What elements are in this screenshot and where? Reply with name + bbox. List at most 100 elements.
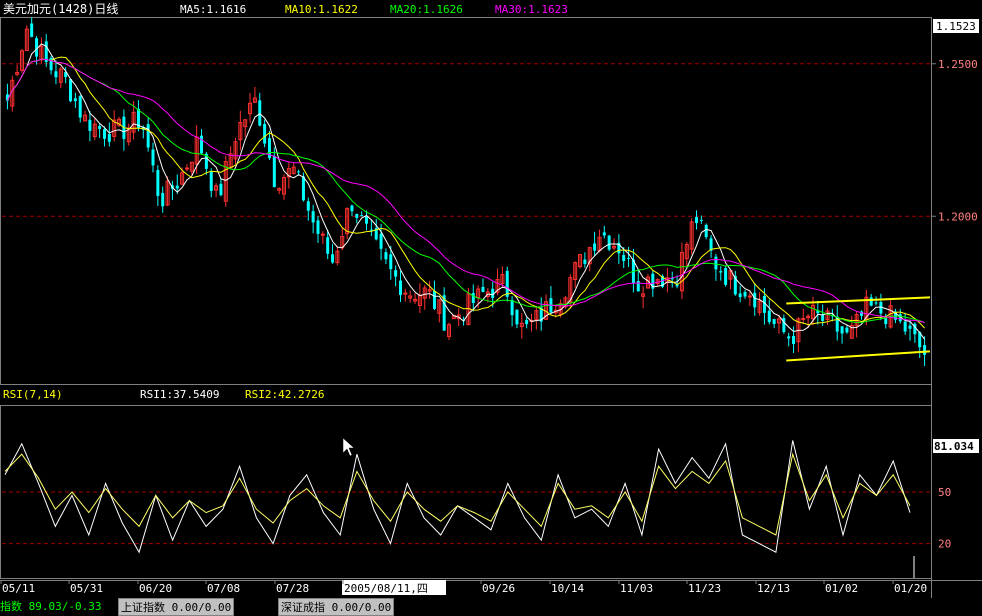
candle-body (73, 98, 77, 102)
candle-body (355, 213, 359, 218)
candle-body (738, 293, 742, 298)
status-bar: 指数 89.03/-0.33 上证指数 0.00/0.00 深证成指 0.00/… (0, 598, 982, 616)
candle-body (316, 220, 320, 234)
candle-body (272, 155, 276, 188)
x-tick-label: 05/31 (70, 582, 103, 595)
index2-label: 深证成指 (281, 601, 325, 614)
candle-body (874, 302, 878, 304)
ma5-line (6, 43, 926, 340)
candle-body (724, 267, 728, 285)
candle-body (704, 224, 708, 238)
candle-body (622, 255, 626, 262)
candle-body (175, 185, 179, 189)
ma-legend-ma20: MA20:1.1626 (390, 3, 463, 16)
candle-body (840, 326, 844, 334)
candle-body (398, 280, 402, 295)
candle-body (379, 233, 383, 249)
ma-legend-ma5: MA5:1.1616 (180, 3, 246, 16)
x-tick-label: 11/03 (620, 582, 653, 595)
index2-button[interactable]: 深证成指 0.00/0.00 (278, 598, 395, 616)
x-tick-label: 06/20 (139, 582, 172, 595)
candle-body (360, 215, 364, 217)
candle-body (301, 176, 305, 201)
candle-body (747, 295, 752, 298)
candle-body (481, 286, 485, 293)
x-tick-label: 01/02 (825, 582, 858, 595)
x-tick-label: 12/13 (757, 582, 790, 595)
candle-body (258, 100, 262, 126)
x-tick-label: 10/14 (551, 582, 584, 595)
rsi-line-rsi1 (4, 440, 911, 554)
candle-body (903, 321, 907, 332)
mouse-cursor-icon (342, 437, 355, 457)
rsi-line-rsi2 (4, 452, 911, 536)
x-tick-label: 09/26 (482, 582, 515, 595)
candle-body (471, 293, 475, 304)
candle-body (209, 171, 213, 191)
candle-body (102, 129, 106, 139)
candle-body (602, 232, 606, 236)
candle-body (30, 23, 34, 37)
x-tick-label: 07/08 (207, 582, 240, 595)
candle-body (515, 309, 519, 325)
candle-body (908, 325, 912, 329)
price-tick-label: 1.2500 (938, 58, 978, 71)
candle-body (54, 71, 58, 78)
candle-body (156, 170, 160, 196)
candle-body (714, 256, 718, 270)
candle-body (719, 271, 723, 273)
candle-body (743, 291, 747, 297)
x-tick-label: 07/28 (276, 582, 309, 595)
x-axis-labels: 05/11 05/31 06/20 07/08 07/28 2005/08/11,四 09/… (0, 580, 927, 595)
candle-body (772, 319, 776, 324)
candle-body (69, 79, 73, 102)
candle-body (845, 327, 849, 333)
ma30-line (6, 58, 925, 323)
rsi-legend: RSI1:37.5409 RSI2:42.2726 (140, 388, 324, 401)
candle-body (184, 167, 189, 170)
chart-svg: 美元加元(1428)日线 MA5:1.1616 MA10:1.1622 MA20:1… (0, 2, 982, 598)
candle-body (403, 292, 408, 295)
index2-value: 0.00/0.00 (331, 601, 392, 614)
x-tick-label: 2005/08/11,四 (344, 582, 428, 595)
candle-body (627, 257, 631, 259)
candle-body (394, 270, 398, 277)
candle-body (593, 243, 597, 251)
price-tick-label: 1.2000 (938, 210, 978, 223)
index1-label: 上证指数 (121, 601, 165, 614)
candle-body (326, 237, 330, 254)
candle-body (88, 119, 92, 131)
candle-body (161, 192, 165, 207)
candle-body (583, 259, 587, 264)
candle-body (263, 124, 267, 144)
candle-body (787, 336, 791, 339)
candle-body (350, 205, 354, 212)
ma-legend: MA5:1.1616 MA10:1.1622 MA20:1.1626 MA30:1.1… (180, 3, 568, 16)
candle-body (200, 135, 204, 154)
candle-body (695, 217, 698, 224)
candle-body (821, 314, 825, 321)
candle-body (869, 297, 873, 306)
candle-body (306, 201, 310, 211)
rsi-title: RSI(7,14) (3, 388, 63, 401)
candle-body (767, 310, 771, 323)
candle-body (107, 134, 111, 142)
ma-legend-ma30: MA30:1.1623 (495, 3, 568, 16)
chart-title: 美元加元(1428)日线 (3, 2, 118, 16)
moving-average-lines (6, 43, 926, 340)
current-price-label: 1.1523 (936, 20, 976, 33)
candle-body (923, 345, 927, 355)
candle-body (699, 219, 703, 221)
candle-body (607, 235, 611, 250)
candle-body (98, 126, 102, 130)
x-tick-label: 11/23 (688, 582, 721, 595)
channel-upper-line (786, 296, 931, 305)
candle-body (792, 335, 796, 345)
x-tick-label: 01/20 (894, 582, 927, 595)
index1-button[interactable]: 上证指数 0.00/0.00 (118, 598, 235, 616)
candle-body (432, 290, 436, 309)
candle-body (384, 252, 388, 260)
rsi-legend-rsi2: RSI2:42.2726 (245, 388, 324, 401)
rsi-gridlines: 50 20 (2, 486, 951, 551)
candle-body (510, 299, 514, 316)
